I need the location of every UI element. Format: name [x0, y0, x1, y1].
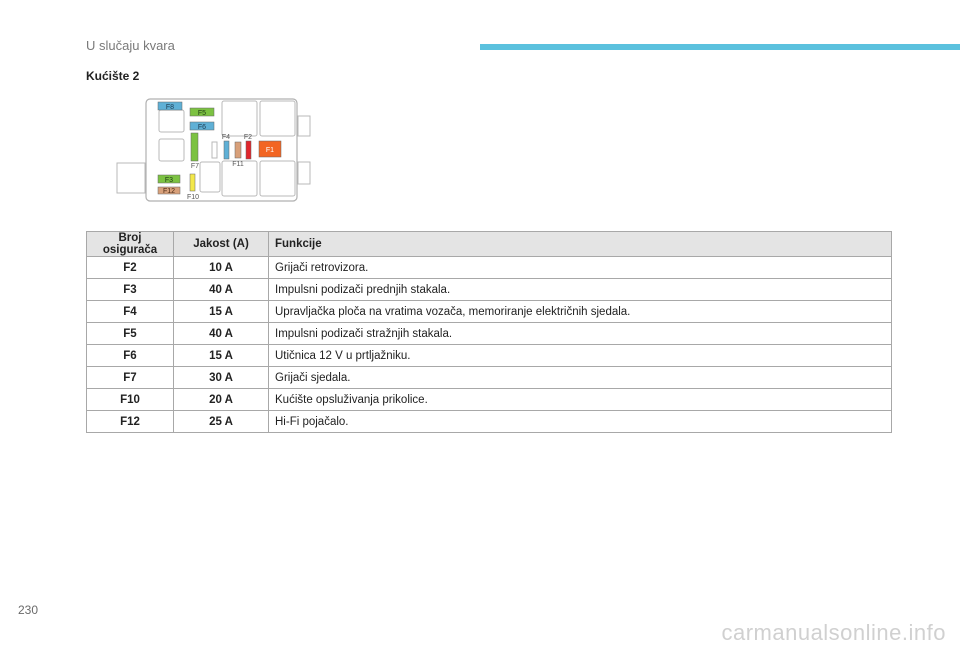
relay-slot-7 [199, 161, 221, 193]
fuse-number: F6 [86, 344, 174, 367]
label-f6: F6 [198, 124, 206, 131]
table-row: F7 30 A Grijači sjedala. [86, 366, 892, 389]
header-functions: Funkcije [268, 231, 892, 257]
watermark: carmanualsonline.info [721, 620, 946, 645]
relay-slot-2 [158, 138, 185, 162]
label-f3: F3 [165, 177, 173, 184]
header-amperage: Jakost (A) [173, 231, 269, 257]
section-title: Kućište 2 [86, 69, 140, 83]
header-accent-bar [480, 44, 960, 50]
relay-slot-3 [221, 100, 258, 137]
table-row: F12 25 A Hi-Fi pojačalo. [86, 410, 892, 433]
fusebox-diagram: F8 F5 F6 F4 F2 F1 F7 F11 F3 F12 F10 [116, 98, 311, 202]
fuse-function: Grijači retrovizora. [268, 256, 892, 279]
page-number: 230 [18, 603, 39, 617]
fuse-function: Upravljačka ploča na vratima vozača, mem… [268, 300, 892, 323]
label-f11: F11 [232, 161, 244, 168]
fuse-function: Grijači sjedala. [268, 366, 892, 389]
fuse-amperage: 40 A [173, 322, 269, 345]
fuse-amperage: 15 A [173, 300, 269, 323]
fuse-function: Kućište opsluživanja prikolice. [268, 388, 892, 411]
table-row: F5 40 A Impulsni podizači stražnjih stak… [86, 322, 892, 345]
empty-fuse-slot [211, 141, 218, 159]
relay-slot-4 [259, 100, 296, 137]
header-fuse-number: Broj osigurača [86, 231, 174, 257]
label-f4: F4 [222, 134, 230, 141]
label-f7: F7 [191, 163, 199, 170]
label-f10: F10 [187, 194, 199, 201]
left-connector [116, 162, 146, 194]
label-f5: F5 [198, 110, 206, 117]
fuse-number: F10 [86, 388, 174, 411]
fuse-f10 [189, 173, 196, 192]
fuse-amperage: 20 A [173, 388, 269, 411]
table-row: F2 10 A Grijači retrovizora. [86, 256, 892, 279]
label-f2: F2 [244, 134, 252, 141]
fuse-number: F2 [86, 256, 174, 279]
fuse-amperage: 10 A [173, 256, 269, 279]
fuse-function: Impulsni podizači stražnjih stakala. [268, 322, 892, 345]
table-row: F10 20 A Kućište opsluživanja prikolice. [86, 388, 892, 411]
label-f12: F12 [163, 188, 175, 195]
fuse-function: Utičnica 12 V u prtljažniku. [268, 344, 892, 367]
fuse-function: Hi-Fi pojačalo. [268, 410, 892, 433]
fuse-table: Broj osigurača Jakost (A) Funkcije F2 10… [86, 231, 892, 433]
fuse-amperage: 30 A [173, 366, 269, 389]
fuse-f11 [234, 141, 242, 159]
table-row: F6 15 A Utičnica 12 V u prtljažniku. [86, 344, 892, 367]
fuse-number: F4 [86, 300, 174, 323]
table-row: F4 15 A Upravljačka ploča na vratima voz… [86, 300, 892, 323]
label-f8: F8 [166, 104, 174, 111]
fuse-number: F7 [86, 366, 174, 389]
fuse-number: F5 [86, 322, 174, 345]
fuse-number: F12 [86, 410, 174, 433]
fuse-f2 [245, 140, 252, 160]
table-header-row: Broj osigurača Jakost (A) Funkcije [86, 231, 892, 257]
fuse-f4 [223, 140, 230, 160]
right-connector-top [297, 115, 311, 137]
label-f1: F1 [266, 147, 274, 154]
relay-slot-1 [158, 109, 185, 133]
fuse-amperage: 15 A [173, 344, 269, 367]
relay-slot-6 [259, 160, 296, 197]
fuse-amperage: 25 A [173, 410, 269, 433]
fuse-function: Impulsni podizači prednjih stakala. [268, 278, 892, 301]
fuse-amperage: 40 A [173, 278, 269, 301]
table-row: F3 40 A Impulsni podizači prednjih staka… [86, 278, 892, 301]
fuse-number: F3 [86, 278, 174, 301]
fuse-f7 [190, 132, 199, 162]
right-connector-bottom [297, 161, 311, 185]
chapter-title: U slučaju kvara [86, 38, 175, 53]
